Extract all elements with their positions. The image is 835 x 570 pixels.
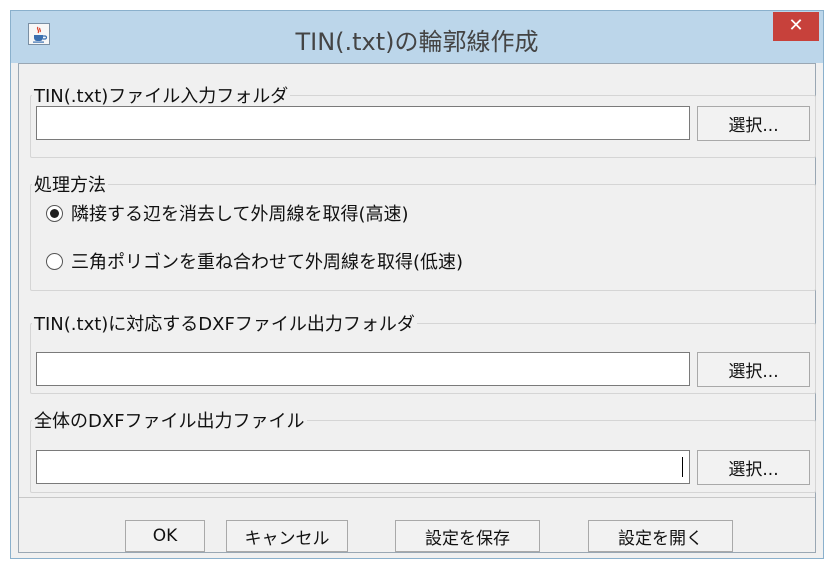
ok-button[interactable]: OK: [125, 520, 205, 552]
dialog-window: TIN(.txt)の輪郭線作成 ✕ TIN(.txt)ファイル入力フォルダ 選択…: [10, 10, 824, 559]
close-button[interactable]: ✕: [773, 12, 819, 41]
input-folder-label: TIN(.txt)ファイル入力フォルダ: [34, 86, 289, 107]
input-folder-field[interactable]: [36, 106, 690, 140]
radio-button-checked[interactable]: [46, 204, 63, 222]
open-settings-button[interactable]: 設定を開く: [588, 520, 733, 552]
radio-button-unchecked[interactable]: [46, 252, 63, 270]
method-option-fast[interactable]: 隣接する辺を消去して外周線を取得(高速): [46, 198, 409, 228]
dialog-content: TIN(.txt)ファイル入力フォルダ 選択... 処理方法 隣接する辺を消去し…: [18, 63, 816, 553]
text-caret: [682, 457, 683, 477]
dxf-output-folder-field[interactable]: [36, 352, 690, 386]
window-title: TIN(.txt)の輪郭線作成: [295, 28, 539, 56]
method-option-slow-label: 三角ポリゴンを重ね合わせて外周線を取得(低速): [71, 252, 464, 273]
close-icon: ✕: [788, 15, 804, 36]
method-option-fast-label: 隣接する辺を消去して外周線を取得(高速): [71, 204, 409, 225]
dxf-output-folder-select-button[interactable]: 選択...: [697, 352, 810, 387]
dxf-output-file-select-button[interactable]: 選択...: [697, 450, 810, 485]
method-option-slow[interactable]: 三角ポリゴンを重ね合わせて外周線を取得(低速): [46, 246, 463, 276]
title-bar[interactable]: TIN(.txt)の輪郭線作成 ✕: [11, 11, 823, 63]
save-settings-button[interactable]: 設定を保存: [395, 520, 540, 552]
cancel-button[interactable]: キャンセル: [226, 520, 348, 552]
input-folder-select-button[interactable]: 選択...: [697, 106, 810, 141]
processing-method-label: 処理方法: [34, 175, 106, 196]
dxf-output-file-label: 全体のDXFファイル出力ファイル: [34, 411, 305, 432]
dxf-output-folder-label: TIN(.txt)に対応するDXFファイル出力フォルダ: [34, 314, 415, 335]
dxf-output-file-field[interactable]: [36, 450, 690, 484]
footer-divider: [19, 497, 815, 498]
